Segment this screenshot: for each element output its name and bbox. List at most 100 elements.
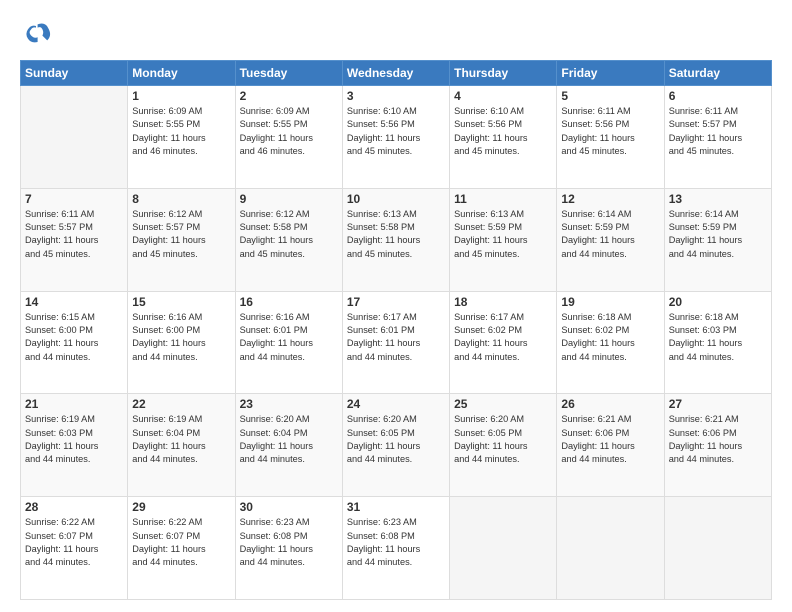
day-info: Sunrise: 6:09 AM Sunset: 5:55 PM Dayligh… — [240, 105, 338, 158]
day-info: Sunrise: 6:17 AM Sunset: 6:01 PM Dayligh… — [347, 311, 445, 364]
calendar-cell: 24 Sunrise: 6:20 AM Sunset: 6:05 PM Dayli… — [342, 394, 449, 497]
calendar-week-row: 14Sunrise: 6:15 AM Sunset: 6:00 PM Dayli… — [21, 291, 772, 394]
day-number: 29 — [132, 500, 230, 514]
calendar-cell: 30Sunrise: 6:23 AM Sunset: 6:08 PM Dayli… — [235, 497, 342, 600]
calendar-cell: 9 Sunrise: 6:12 AM Sunset: 5:58 PM Daylig… — [235, 188, 342, 291]
calendar-cell: 21 Sunrise: 6:19 AM Sunset: 6:03 PM Dayli… — [21, 394, 128, 497]
day-number: 19 — [561, 295, 659, 309]
calendar-header-row: SundayMondayTuesdayWednesdayThursdayFrid… — [21, 61, 772, 86]
calendar-cell: 17 Sunrise: 6:17 AM Sunset: 6:01 PM Dayli… — [342, 291, 449, 394]
day-info: Sunrise: 6:18 AM Sunset: 6:03 PM Dayligh… — [669, 311, 767, 364]
day-info: Sunrise: 6:11 AM Sunset: 5:56 PM Dayligh… — [561, 105, 659, 158]
logo-icon — [20, 18, 52, 50]
calendar-cell: 10 Sunrise: 6:13 AM Sunset: 5:58 PM Dayli… — [342, 188, 449, 291]
day-info: Sunrise: 6:20 AM Sunset: 6:05 PM Dayligh… — [347, 413, 445, 466]
calendar-cell: 7Sunrise: 6:11 AM Sunset: 5:57 PM Daylig… — [21, 188, 128, 291]
logo — [20, 18, 56, 50]
calendar-cell: 15Sunrise: 6:16 AM Sunset: 6:00 PM Dayli… — [128, 291, 235, 394]
day-number: 21 — [25, 397, 123, 411]
day-info: Sunrise: 6:11 AM Sunset: 5:57 PM Dayligh… — [669, 105, 767, 158]
day-number: 16 — [240, 295, 338, 309]
day-number: 6 — [669, 89, 767, 103]
calendar-cell: 12 Sunrise: 6:14 AM Sunset: 5:59 PM Dayli… — [557, 188, 664, 291]
calendar-week-row: 1 Sunrise: 6:09 AM Sunset: 5:55 PM Daylig… — [21, 86, 772, 189]
day-number: 3 — [347, 89, 445, 103]
calendar-cell: 20 Sunrise: 6:18 AM Sunset: 6:03 PM Dayli… — [664, 291, 771, 394]
day-info: Sunrise: 6:16 AM Sunset: 6:01 PM Dayligh… — [240, 311, 338, 364]
day-info: Sunrise: 6:19 AM Sunset: 6:04 PM Dayligh… — [132, 413, 230, 466]
calendar-day-header: Monday — [128, 61, 235, 86]
calendar-cell: 22 Sunrise: 6:19 AM Sunset: 6:04 PM Dayli… — [128, 394, 235, 497]
page: SundayMondayTuesdayWednesdayThursdayFrid… — [0, 0, 792, 612]
day-number: 20 — [669, 295, 767, 309]
calendar-cell: 3 Sunrise: 6:10 AM Sunset: 5:56 PM Daylig… — [342, 86, 449, 189]
calendar-cell: 4 Sunrise: 6:10 AM Sunset: 5:56 PM Daylig… — [450, 86, 557, 189]
day-info: Sunrise: 6:10 AM Sunset: 5:56 PM Dayligh… — [454, 105, 552, 158]
day-info: Sunrise: 6:19 AM Sunset: 6:03 PM Dayligh… — [25, 413, 123, 466]
calendar-table: SundayMondayTuesdayWednesdayThursdayFrid… — [20, 60, 772, 600]
calendar-cell: 1 Sunrise: 6:09 AM Sunset: 5:55 PM Daylig… — [128, 86, 235, 189]
calendar-cell: 27 Sunrise: 6:21 AM Sunset: 6:06 PM Dayli… — [664, 394, 771, 497]
day-info: Sunrise: 6:21 AM Sunset: 6:06 PM Dayligh… — [561, 413, 659, 466]
calendar-cell: 13Sunrise: 6:14 AM Sunset: 5:59 PM Dayli… — [664, 188, 771, 291]
day-info: Sunrise: 6:23 AM Sunset: 6:08 PM Dayligh… — [347, 516, 445, 569]
calendar-cell: 23 Sunrise: 6:20 AM Sunset: 6:04 PM Dayli… — [235, 394, 342, 497]
day-number: 12 — [561, 192, 659, 206]
calendar-week-row: 28 Sunrise: 6:22 AM Sunset: 6:07 PM Dayli… — [21, 497, 772, 600]
day-info: Sunrise: 6:14 AM Sunset: 5:59 PM Dayligh… — [669, 208, 767, 261]
calendar-cell: 16 Sunrise: 6:16 AM Sunset: 6:01 PM Dayli… — [235, 291, 342, 394]
day-info: Sunrise: 6:13 AM Sunset: 5:58 PM Dayligh… — [347, 208, 445, 261]
day-info: Sunrise: 6:12 AM Sunset: 5:58 PM Dayligh… — [240, 208, 338, 261]
day-info: Sunrise: 6:13 AM Sunset: 5:59 PM Dayligh… — [454, 208, 552, 261]
day-info: Sunrise: 6:20 AM Sunset: 6:05 PM Dayligh… — [454, 413, 552, 466]
day-number: 28 — [25, 500, 123, 514]
calendar-week-row: 7Sunrise: 6:11 AM Sunset: 5:57 PM Daylig… — [21, 188, 772, 291]
day-number: 5 — [561, 89, 659, 103]
calendar-cell: 18 Sunrise: 6:17 AM Sunset: 6:02 PM Dayli… — [450, 291, 557, 394]
day-number: 8 — [132, 192, 230, 206]
day-number: 4 — [454, 89, 552, 103]
day-number: 18 — [454, 295, 552, 309]
day-info: Sunrise: 6:22 AM Sunset: 6:07 PM Dayligh… — [132, 516, 230, 569]
day-number: 27 — [669, 397, 767, 411]
header — [20, 18, 772, 50]
day-number: 11 — [454, 192, 552, 206]
day-number: 1 — [132, 89, 230, 103]
day-info: Sunrise: 6:20 AM Sunset: 6:04 PM Dayligh… — [240, 413, 338, 466]
day-info: Sunrise: 6:17 AM Sunset: 6:02 PM Dayligh… — [454, 311, 552, 364]
day-number: 10 — [347, 192, 445, 206]
calendar-cell — [557, 497, 664, 600]
day-info: Sunrise: 6:18 AM Sunset: 6:02 PM Dayligh… — [561, 311, 659, 364]
day-number: 22 — [132, 397, 230, 411]
day-number: 2 — [240, 89, 338, 103]
calendar-day-header: Thursday — [450, 61, 557, 86]
day-number: 9 — [240, 192, 338, 206]
day-info: Sunrise: 6:12 AM Sunset: 5:57 PM Dayligh… — [132, 208, 230, 261]
calendar-cell: 29 Sunrise: 6:22 AM Sunset: 6:07 PM Dayli… — [128, 497, 235, 600]
calendar-cell: 31Sunrise: 6:23 AM Sunset: 6:08 PM Dayli… — [342, 497, 449, 600]
day-info: Sunrise: 6:09 AM Sunset: 5:55 PM Dayligh… — [132, 105, 230, 158]
day-number: 17 — [347, 295, 445, 309]
calendar-cell: 5 Sunrise: 6:11 AM Sunset: 5:56 PM Daylig… — [557, 86, 664, 189]
day-info: Sunrise: 6:22 AM Sunset: 6:07 PM Dayligh… — [25, 516, 123, 569]
calendar-cell: 11 Sunrise: 6:13 AM Sunset: 5:59 PM Dayli… — [450, 188, 557, 291]
calendar-cell: 8 Sunrise: 6:12 AM Sunset: 5:57 PM Daylig… — [128, 188, 235, 291]
calendar-cell: 25Sunrise: 6:20 AM Sunset: 6:05 PM Dayli… — [450, 394, 557, 497]
day-info: Sunrise: 6:10 AM Sunset: 5:56 PM Dayligh… — [347, 105, 445, 158]
day-info: Sunrise: 6:15 AM Sunset: 6:00 PM Dayligh… — [25, 311, 123, 364]
calendar-day-header: Sunday — [21, 61, 128, 86]
day-info: Sunrise: 6:21 AM Sunset: 6:06 PM Dayligh… — [669, 413, 767, 466]
day-info: Sunrise: 6:14 AM Sunset: 5:59 PM Dayligh… — [561, 208, 659, 261]
calendar-cell — [450, 497, 557, 600]
calendar-day-header: Wednesday — [342, 61, 449, 86]
day-number: 24 — [347, 397, 445, 411]
calendar-cell: 28 Sunrise: 6:22 AM Sunset: 6:07 PM Dayli… — [21, 497, 128, 600]
calendar-cell: 19 Sunrise: 6:18 AM Sunset: 6:02 PM Dayli… — [557, 291, 664, 394]
day-number: 23 — [240, 397, 338, 411]
day-info: Sunrise: 6:11 AM Sunset: 5:57 PM Dayligh… — [25, 208, 123, 261]
calendar-cell: 2 Sunrise: 6:09 AM Sunset: 5:55 PM Daylig… — [235, 86, 342, 189]
day-info: Sunrise: 6:16 AM Sunset: 6:00 PM Dayligh… — [132, 311, 230, 364]
calendar-week-row: 21 Sunrise: 6:19 AM Sunset: 6:03 PM Dayli… — [21, 394, 772, 497]
calendar-day-header: Tuesday — [235, 61, 342, 86]
day-number: 26 — [561, 397, 659, 411]
